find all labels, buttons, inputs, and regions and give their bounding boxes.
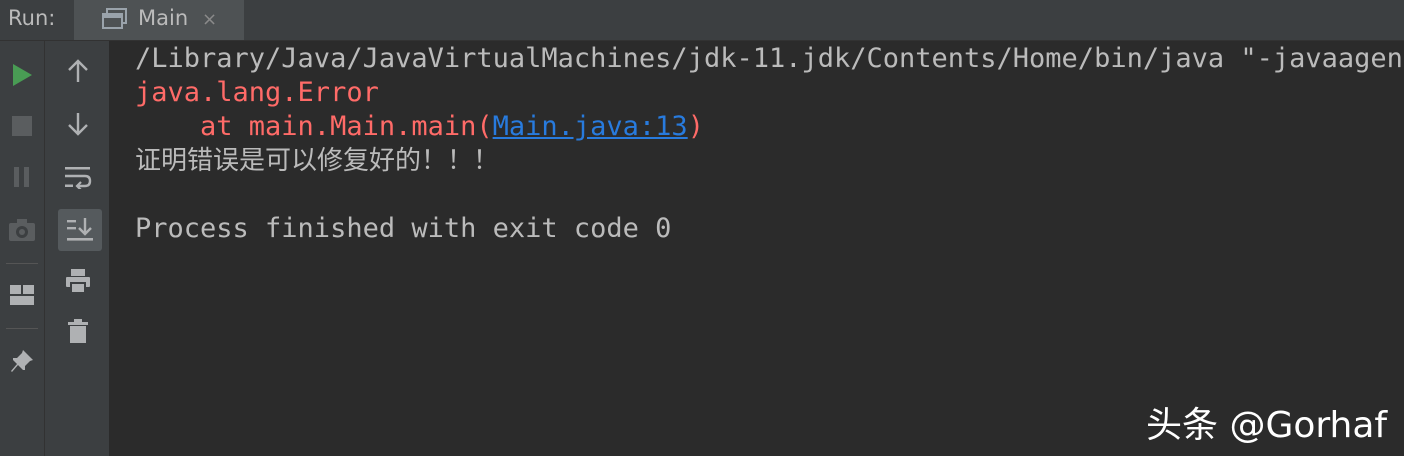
soft-wrap-icon xyxy=(65,167,92,189)
next-occurrence-button[interactable] xyxy=(58,104,98,144)
print-icon xyxy=(66,269,90,294)
program-output-line: 证明错误是可以修复好的！！！ xyxy=(135,146,500,176)
stop-icon xyxy=(12,116,32,136)
console-window-icon xyxy=(102,8,128,34)
error-line: java.lang.Error xyxy=(135,77,379,108)
rerun-button[interactable] xyxy=(2,55,42,95)
layout-icon xyxy=(10,285,34,305)
trash-icon xyxy=(68,319,88,343)
exit-message-line: Process finished with exit code 0 xyxy=(135,213,672,244)
console-actions-toolbar xyxy=(45,41,110,456)
play-icon xyxy=(13,64,32,86)
pause-icon xyxy=(14,167,29,187)
restore-layout-button[interactable] xyxy=(2,275,42,315)
command-line: /Library/Java/JavaVirtualMachines/jdk-11… xyxy=(135,43,1404,74)
soft-wrap-button[interactable] xyxy=(58,157,98,197)
console-output[interactable]: /Library/Java/JavaVirtualMachines/jdk-11… xyxy=(110,41,1404,456)
close-icon[interactable]: × xyxy=(202,9,217,30)
tab-main[interactable]: Main × xyxy=(74,0,244,40)
toolbar-divider xyxy=(6,328,38,329)
tab-label: Main xyxy=(138,6,189,30)
previous-occurrence-button[interactable] xyxy=(58,51,98,91)
source-link[interactable]: Main.java:13 xyxy=(493,111,688,142)
arrow-down-icon xyxy=(68,113,88,136)
run-label: Run: xyxy=(8,6,56,30)
stack-trace-prefix: at main.Main.main( xyxy=(135,111,493,142)
stop-button[interactable] xyxy=(2,106,42,146)
arrow-up-icon xyxy=(68,59,88,82)
watermark: 头条 @Gorhaf xyxy=(1146,405,1388,446)
camera-icon xyxy=(9,219,35,241)
scroll-to-end-button[interactable] xyxy=(58,209,102,251)
scroll-to-end-icon xyxy=(67,218,93,241)
pin-icon xyxy=(11,350,33,372)
run-panel-header: Run: Main × xyxy=(0,0,1404,41)
dump-threads-button[interactable] xyxy=(2,210,42,250)
stack-trace-line: at main.Main.main(Main.java:13) xyxy=(135,110,704,144)
clear-all-button[interactable] xyxy=(58,311,98,351)
run-controls-toolbar xyxy=(0,41,45,456)
pause-button[interactable] xyxy=(2,157,42,197)
print-button[interactable] xyxy=(58,261,98,301)
toolbar-divider xyxy=(6,263,38,264)
stack-trace-suffix: ) xyxy=(687,111,704,142)
pin-tab-button[interactable] xyxy=(2,341,42,381)
